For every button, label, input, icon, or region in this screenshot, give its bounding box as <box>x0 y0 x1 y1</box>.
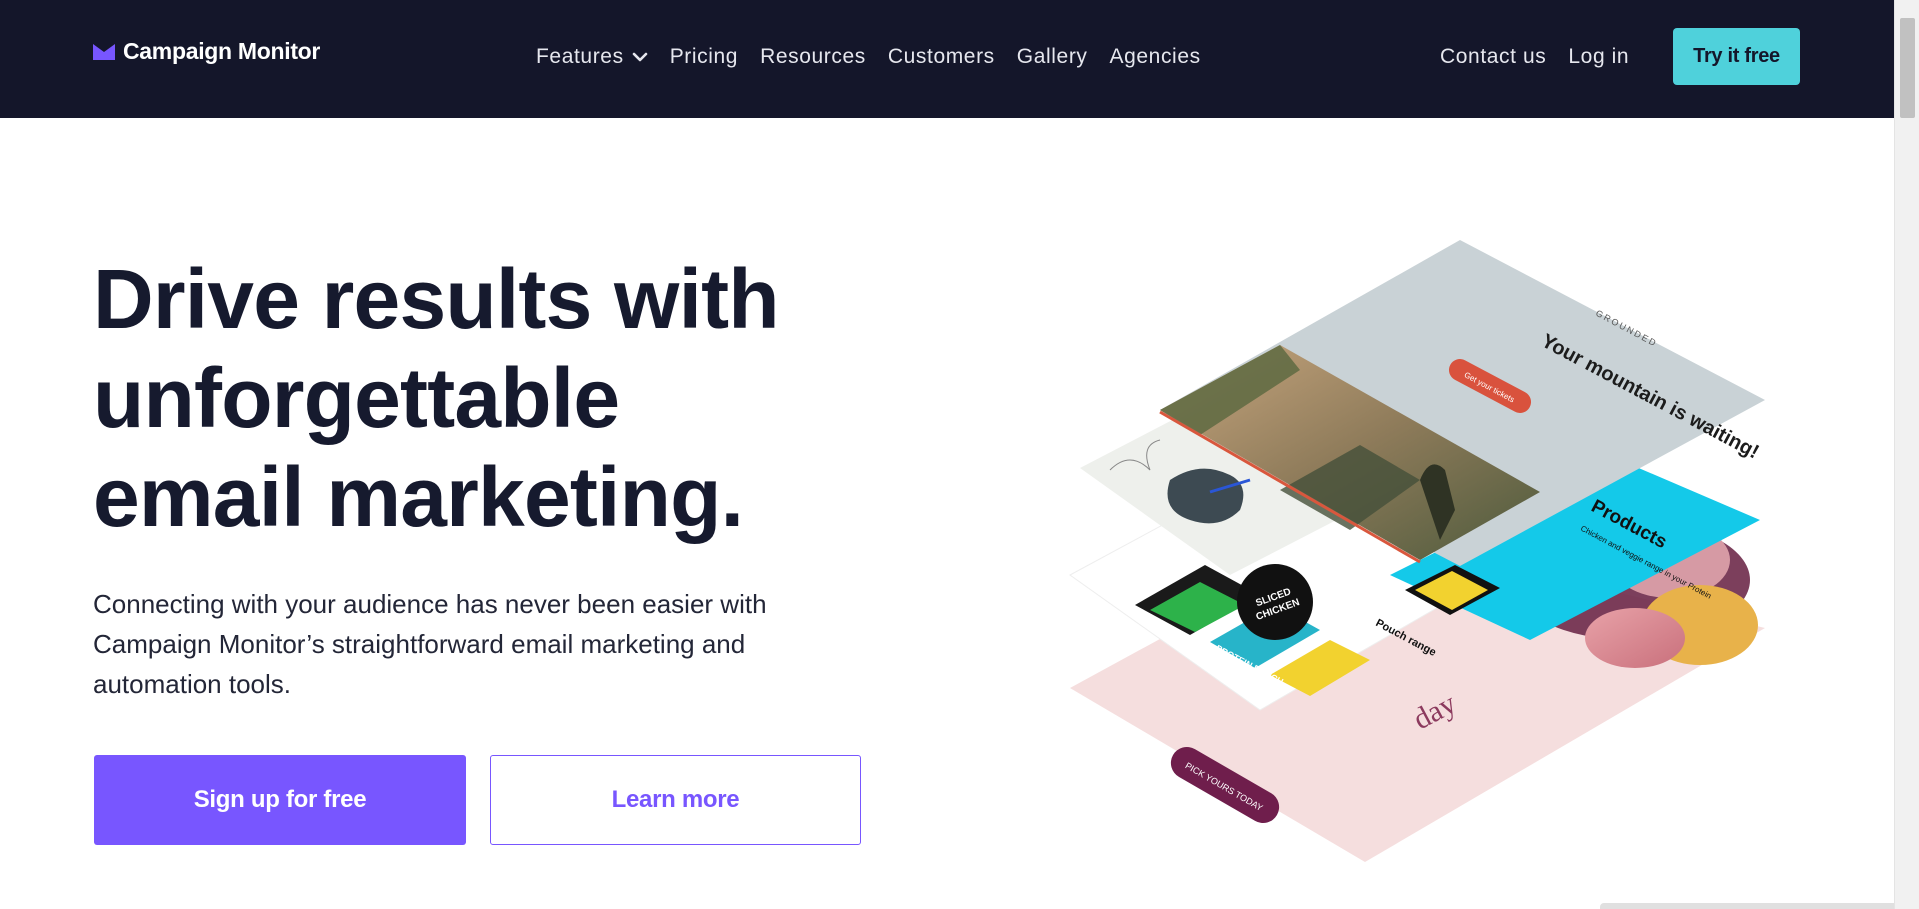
brand-name: Campaign Monitor <box>123 38 321 64</box>
brand-logo[interactable]: Campaign Monitor <box>93 38 320 65</box>
chevron-down-icon <box>632 52 647 62</box>
hero-subtitle-line: Connecting with your audience has never … <box>93 589 767 619</box>
page-scrollbar[interactable] <box>1894 0 1919 909</box>
hero-title: Drive results with unforgettable email m… <box>93 250 813 547</box>
contact-us-link[interactable]: Contact us <box>1440 45 1546 69</box>
nav-agencies[interactable]: Agencies <box>1110 45 1201 69</box>
main-nav: Features Pricing Resources Customers Gal… <box>536 45 1201 69</box>
email-templates-illustration: PICK YOURS TODAY day SLICED CHICKEN PROT… <box>1069 240 1765 862</box>
hero-title-line: unforgettable <box>93 351 620 445</box>
nav-features[interactable]: Features <box>536 45 648 69</box>
bottom-edge-strip <box>1600 903 1894 909</box>
learn-more-button[interactable]: Learn more <box>490 755 861 845</box>
nav-features-label: Features <box>536 45 624 68</box>
nav-resources[interactable]: Resources <box>760 45 866 69</box>
hero-subtitle: Connecting with your audience has never … <box>93 584 853 704</box>
hero-subtitle-line: Campaign Monitor’s straightforward email… <box>93 629 746 659</box>
campaign-monitor-logo-icon <box>93 43 115 60</box>
hero-title-line: email marketing. <box>93 450 744 544</box>
try-it-free-button[interactable]: Try it free <box>1673 28 1800 85</box>
nav-pricing[interactable]: Pricing <box>670 45 738 69</box>
hero-title-line: Drive results with <box>93 252 780 346</box>
sign-up-button[interactable]: Sign up for free <box>94 755 466 845</box>
log-in-link[interactable]: Log in <box>1568 45 1629 69</box>
site-header: Campaign Monitor Features Pricing Resour… <box>0 0 1894 118</box>
hero-subtitle-line: automation tools. <box>93 669 292 699</box>
scrollbar-thumb[interactable] <box>1900 18 1915 118</box>
nav-gallery[interactable]: Gallery <box>1017 45 1088 69</box>
nav-customers[interactable]: Customers <box>888 45 995 69</box>
secondary-nav: Contact us Log in <box>1440 45 1629 69</box>
